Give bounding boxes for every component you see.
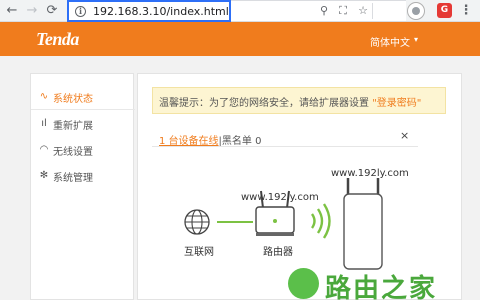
tenda-logo: Tenda (36, 29, 79, 49)
language-selector[interactable]: 简体中文 (370, 34, 410, 49)
sidebar-item-system[interactable]: ✻ 系统管理 (31, 163, 135, 189)
gear-icon: ✻ (39, 170, 49, 181)
signal-icon: ıl (41, 118, 47, 129)
watermark: 路由之家 (277, 266, 480, 300)
arrow-right-icon[interactable]: → (24, 3, 40, 19)
browser-toolbar: ← → ⟳ i 192.168.3.10/index.html ⚲ ⛶ ☆ G … (0, 0, 480, 22)
watermark-text: 路由之家 (325, 274, 438, 300)
watermark-logo-icon (288, 268, 319, 299)
adblock-icon[interactable]: G (437, 3, 452, 18)
sidebar-item-label: 系统管理 (53, 173, 93, 184)
sidebar-item-re-extend[interactable]: ıl 重新扩展 (31, 111, 135, 137)
sidebar-item-label: 重新扩展 (53, 121, 93, 132)
app-header: Tenda 简体中文 ▾ (0, 22, 480, 56)
translate-icon[interactable]: ⛶ (335, 3, 351, 19)
router-ssid-label: www.192ly.com (241, 192, 319, 203)
extender-ssid-label: www.192ly.com (331, 168, 409, 179)
arrow-left-icon[interactable]: ← (4, 3, 20, 19)
toolbar-divider (372, 3, 373, 19)
sidebar: ∿ 系统状态 ıl 重新扩展 ◠ 无线设置 ✻ 系统管理 (30, 73, 135, 300)
extension-icon[interactable] (407, 2, 425, 20)
info-icon[interactable]: i (75, 6, 86, 17)
chevron-down-icon[interactable]: ▾ (414, 35, 418, 44)
sidebar-item-wireless[interactable]: ◠ 无线设置 (31, 137, 135, 163)
wifi-icon: ◠ (39, 144, 49, 155)
internet-label: 互联网 (184, 247, 214, 258)
star-icon[interactable]: ☆ (355, 3, 371, 19)
url-text[interactable]: 192.168.3.10/index.html (93, 5, 229, 18)
address-bar[interactable]: i 192.168.3.10/index.html (67, 0, 231, 22)
sidebar-item-label: 系统状态 (53, 94, 93, 105)
zoom-icon[interactable]: ⚲ (316, 3, 332, 19)
extender-icon (343, 178, 383, 270)
wireless-signal-icon (310, 203, 331, 239)
menu-icon[interactable]: ⋮ (458, 3, 474, 19)
router-label: 路由器 (263, 247, 293, 258)
sidebar-item-label: 无线设置 (53, 147, 93, 158)
page-body: ∿ 系统状态 ıl 重新扩展 ◠ 无线设置 ✻ 系统管理 温馨提示：为了您的网络… (0, 56, 480, 300)
sidebar-item-status[interactable]: ∿ 系统状态 (31, 84, 135, 110)
pulse-icon: ∿ (39, 91, 49, 102)
globe-icon (184, 209, 210, 235)
reload-icon[interactable]: ⟳ (44, 3, 60, 19)
